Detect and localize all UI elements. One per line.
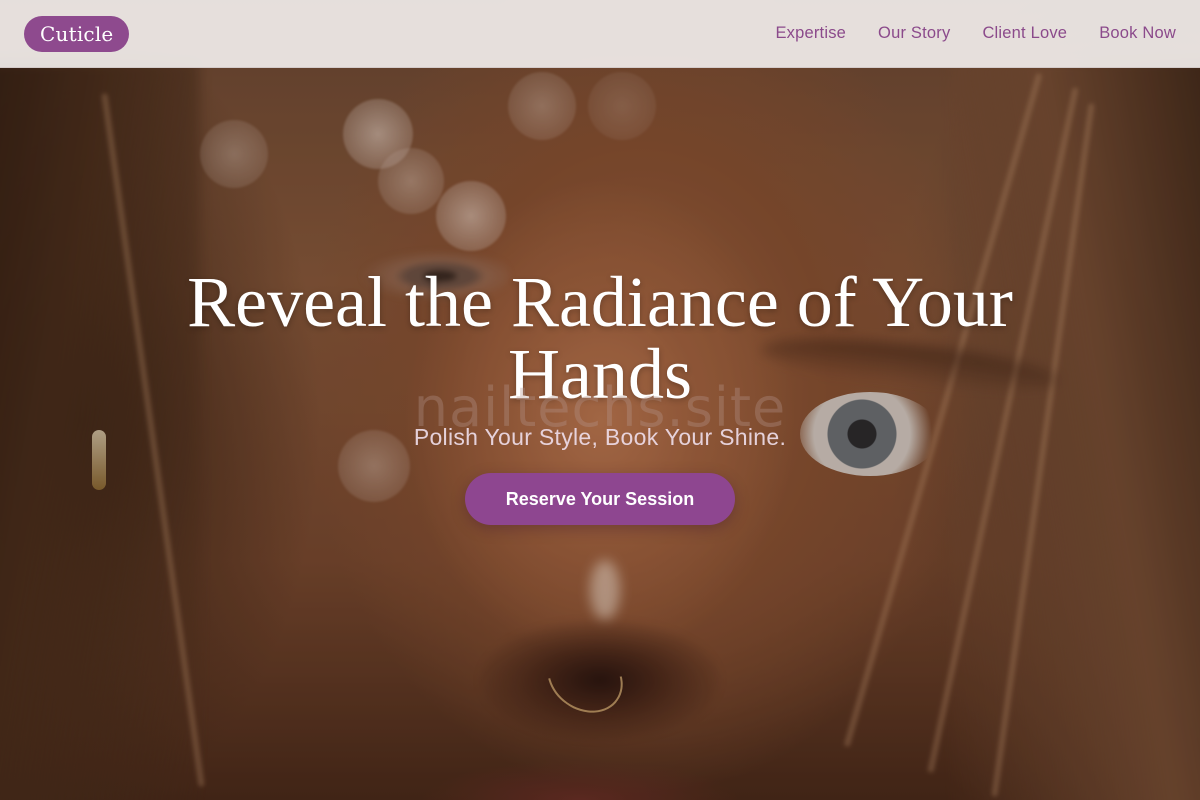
reserve-session-button[interactable]: Reserve Your Session [465, 473, 735, 525]
nav-link-book-now[interactable]: Book Now [1099, 24, 1176, 43]
brand-logo[interactable]: Cuticle [24, 15, 130, 52]
hero-headline: Reveal the Radiance of Your Hands [187, 262, 1013, 414]
main-nav: Expertise Our Story Client Love Book Now [775, 24, 1176, 43]
nav-link-our-story[interactable]: Our Story [878, 24, 950, 43]
nav-link-expertise[interactable]: Expertise [775, 24, 846, 43]
site-header: Cuticle Expertise Our Story Client Love … [0, 0, 1200, 68]
hero-subtitle: Polish Your Style, Book Your Shine. [413, 424, 787, 450]
nav-link-client-love[interactable]: Client Love [982, 24, 1067, 43]
hero-content: nailtechs.site Reveal the Radiance of Yo… [0, 266, 1200, 525]
